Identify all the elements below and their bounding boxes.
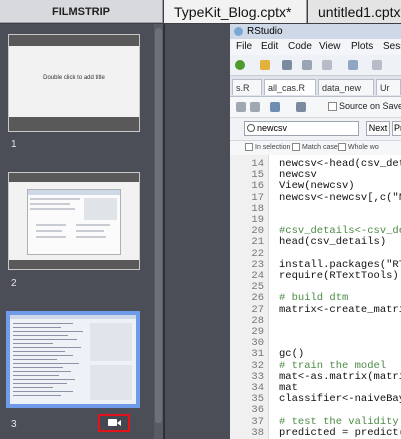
find-input[interactable]: newcsv [244, 121, 359, 136]
scrollbar-thumb[interactable] [155, 28, 162, 423]
filmstrip-header: FILMSTRIP [0, 0, 163, 23]
addins-icon[interactable] [372, 60, 382, 70]
code-text: gc() [279, 348, 305, 361]
code-text: View(newcsv) [279, 180, 355, 193]
document-tab-bar: FILMSTRIP TypeKit_Blog.cptx* untitled1.c… [0, 0, 401, 24]
slide-footer-band [9, 117, 139, 131]
line-number: 31 [251, 348, 264, 361]
code-text: # train the model [279, 359, 387, 372]
option-in-selection[interactable]: In selection [245, 141, 290, 155]
line-number: 16 [251, 180, 264, 193]
slide-thumbnail-1[interactable]: Double click to add title [8, 34, 140, 132]
slide-thumbnail-2[interactable] [8, 172, 140, 270]
video-camera-lens-icon [117, 420, 121, 426]
slide-title-placeholder: Double click to add title [43, 75, 105, 81]
print-icon[interactable] [322, 60, 332, 70]
editor-file-tabs: s.R all_cas.R data_new Ur [230, 76, 401, 97]
slide-screenshot-image [27, 189, 121, 255]
line-number: 38 [251, 426, 264, 439]
file-tab[interactable]: s.R [232, 79, 262, 95]
code-text: newcsv<-newcsv[,c("No [279, 191, 401, 204]
goto-icon[interactable] [348, 60, 358, 70]
search-icon [247, 124, 255, 132]
open-folder-icon[interactable] [260, 60, 270, 70]
file-tab[interactable]: Ur [376, 79, 401, 95]
line-number: 26 [251, 292, 264, 305]
save-file-icon[interactable] [296, 102, 306, 112]
slide-header-band [9, 173, 139, 182]
code-text: head(csv_details) [279, 236, 387, 249]
find-prev-button[interactable]: Pr [392, 121, 401, 136]
line-number: 37 [251, 415, 264, 428]
save-all-icon[interactable] [302, 60, 312, 70]
rstudio-toolbar [230, 55, 401, 76]
rstudio-screenshot[interactable]: RStudio File Edit Code View Plots Sess s… [230, 24, 401, 439]
checkbox-icon[interactable] [292, 143, 300, 152]
menu-plots[interactable]: Plots [351, 39, 373, 55]
menu-session[interactable]: Sess [383, 39, 401, 55]
tab-untitled1[interactable]: untitled1.cptx* [308, 0, 401, 23]
line-number: 36 [251, 404, 264, 417]
file-tab[interactable]: data_new [318, 79, 374, 95]
show-in-window-icon[interactable] [270, 102, 280, 112]
menu-file[interactable]: File [236, 39, 252, 55]
checkbox-icon[interactable] [338, 143, 346, 152]
rstudio-menubar: File Edit Code View Plots Sess [230, 39, 401, 55]
menu-view[interactable]: View [319, 39, 341, 55]
rstudio-titlebar: RStudio [230, 24, 401, 39]
video-camera-icon [108, 419, 117, 426]
menu-code[interactable]: Code [288, 39, 312, 55]
code-text: classifier<-naiveBaye [279, 393, 401, 406]
tab-typekit-blog[interactable]: TypeKit_Blog.cptx* [164, 0, 307, 23]
save-icon[interactable] [282, 60, 292, 70]
option-whole-word[interactable]: Whole wo [338, 141, 379, 155]
slide-number-2: 2 [11, 278, 17, 289]
video-camera-icon-highlight[interactable] [98, 414, 130, 432]
filmstrip-scrollbar[interactable] [154, 24, 163, 439]
line-number: 22 [251, 247, 264, 260]
code-editor[interactable]: 14 newcsv<-head(csv_deta 15 newcsv 16 View(ne… [230, 155, 401, 439]
new-file-icon[interactable] [235, 60, 245, 70]
line-number: 27 [251, 303, 264, 316]
find-options: In selection Match case Whole wo [230, 141, 401, 155]
slide-footer-band [9, 260, 139, 269]
slide-thumbnail-3-selected[interactable] [6, 311, 140, 408]
slide-header-band [9, 35, 139, 46]
back-icon[interactable] [236, 102, 246, 112]
code-text: predicted = predict(c [279, 426, 401, 439]
line-number: 32 [251, 359, 264, 372]
find-bar: newcsv Next Pr [230, 118, 401, 141]
line-number: 17 [251, 191, 264, 204]
slide-number-3: 3 [11, 419, 17, 430]
line-number: 21 [251, 236, 264, 249]
source-on-save-checkbox[interactable] [328, 102, 337, 111]
window-title: RStudio [247, 26, 283, 37]
code-text: # build dtm [279, 292, 349, 305]
rstudio-logo-icon [234, 27, 243, 36]
slide-screenshot-image [10, 315, 136, 404]
checkbox-icon[interactable] [245, 143, 253, 152]
option-match-case[interactable]: Match case [292, 141, 338, 155]
slide-number-1: 1 [11, 139, 17, 150]
source-on-save-label: Source on Save [339, 101, 401, 111]
code-text: require(RTextTools) [279, 270, 399, 282]
code-text: # test the validity [279, 415, 399, 428]
forward-icon[interactable] [250, 102, 260, 112]
file-tab-active[interactable]: all_cas.R [264, 79, 316, 95]
find-next-button[interactable]: Next [366, 121, 390, 136]
editor-toolbar: Source on Save [230, 97, 401, 118]
menu-edit[interactable]: Edit [261, 39, 278, 55]
code-text: matrix<-create_matrix [279, 303, 401, 316]
